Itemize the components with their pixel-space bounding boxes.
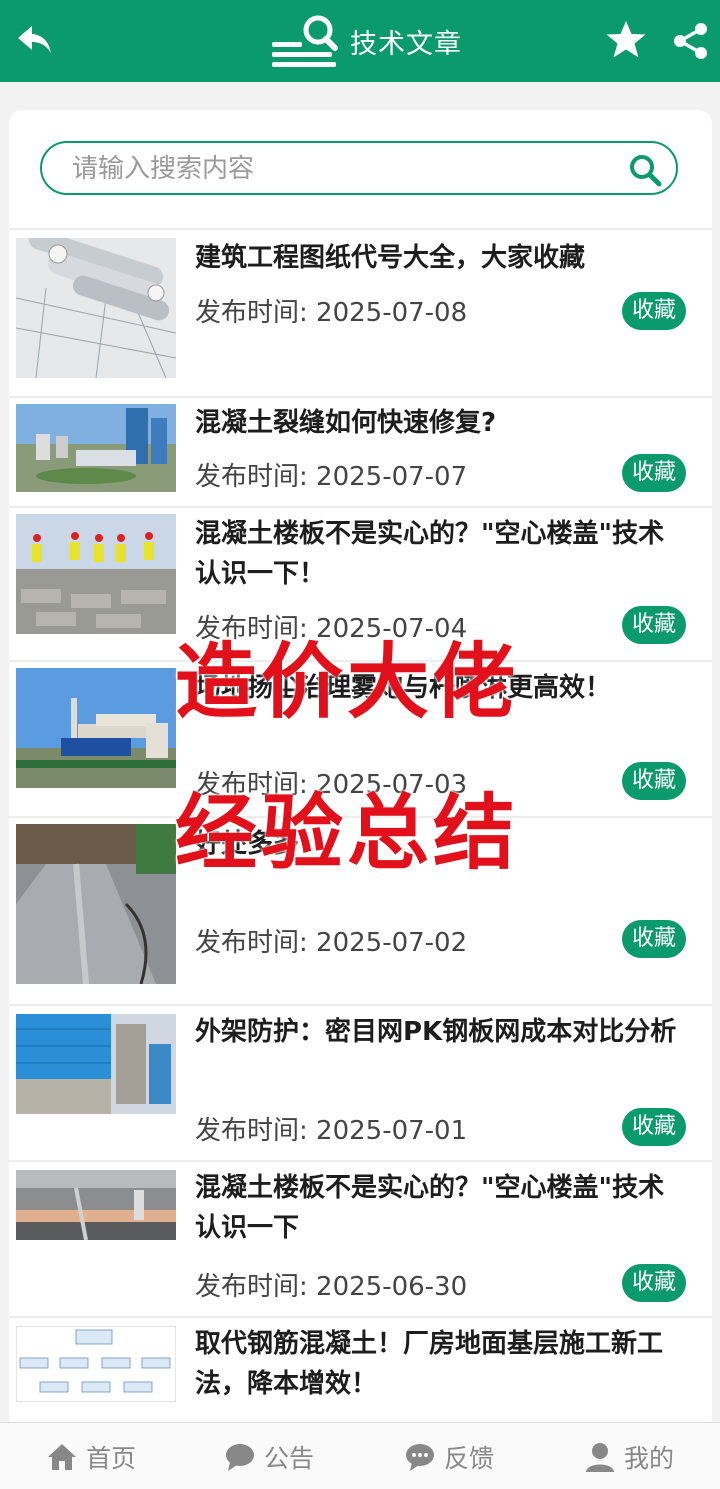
tab-home-label: 首页	[86, 1444, 137, 1473]
article-item[interactable]: 混凝土裂缝如何快速修复? 发布时间: 2025-07-07 收藏	[9, 396, 712, 506]
user-icon	[586, 1443, 614, 1472]
favorite-button[interactable]: 收藏	[622, 292, 686, 330]
article-item[interactable]: 混凝土楼板不是实心的？"空心楼盖"技术认识一下！ 发布时间: 2025-07-0…	[9, 506, 712, 660]
search-box	[40, 141, 678, 195]
article-title[interactable]: 混凝土楼板不是实心的？"空心楼盖"技术认识一下	[195, 1168, 685, 1248]
article-thumbnail	[16, 404, 176, 492]
favorite-button[interactable]: 收藏	[622, 454, 686, 492]
search-icon[interactable]	[628, 153, 662, 187]
article-item[interactable]: 外架防护：密目网PK钢板网成本对比分析 发布时间: 2025-07-01 收藏	[9, 1004, 712, 1160]
article-search-logo-icon	[272, 15, 338, 67]
article-thumbnail	[16, 238, 176, 378]
article-title[interactable]: 混凝土裂缝如何快速修复?	[195, 403, 685, 443]
search-input[interactable]	[70, 143, 634, 195]
favorite-button[interactable]: 收藏	[622, 606, 686, 644]
tab-feedback[interactable]: 反馈	[404, 1439, 494, 1475]
article-title[interactable]: 建筑工程图纸代号大全，大家收藏	[195, 238, 685, 278]
article-date: 发布时间: 2025-07-03	[195, 770, 468, 800]
article-date: 发布时间: 2025-07-08	[195, 298, 468, 328]
article-date: 发布时间: 2025-07-04	[195, 614, 468, 644]
article-thumbnail	[16, 514, 176, 634]
favorite-button[interactable]: 收藏	[622, 1108, 686, 1146]
favorite-button[interactable]: 收藏	[622, 1264, 686, 1302]
article-title[interactable]: 好处多多！	[195, 824, 685, 864]
tab-home[interactable]: 首页	[46, 1439, 136, 1475]
top-bar: 技术文章	[0, 0, 720, 82]
feedback-bubble-icon	[406, 1444, 434, 1471]
article-date: 发布时间: 2025-07-07	[195, 462, 468, 492]
tab-notice[interactable]: 公告	[224, 1439, 314, 1475]
article-item[interactable]: 混凝土楼板不是实心的？"空心楼盖"技术认识一下 发布时间: 2025-06-30…	[9, 1160, 712, 1316]
favorite-button[interactable]: 收藏	[622, 920, 686, 958]
article-thumbnail	[16, 1326, 176, 1402]
tab-feedback-label: 反馈	[444, 1444, 495, 1473]
article-title[interactable]: 场地扬尘治理雾炮与杆喷淋更高效！	[195, 668, 685, 708]
share-icon[interactable]	[672, 22, 710, 60]
tab-notice-label: 公告	[264, 1444, 315, 1473]
article-thumbnail	[16, 1014, 176, 1114]
content-card: 建筑工程图纸代号大全，大家收藏 发布时间: 2025-07-08 收藏 混凝土裂…	[9, 110, 712, 1430]
article-thumbnail	[16, 1170, 176, 1240]
article-item[interactable]: 建筑工程图纸代号大全，大家收藏 发布时间: 2025-07-08 收藏	[9, 228, 712, 396]
home-icon	[48, 1444, 76, 1470]
bottom-tab-bar: 首页 公告 反馈 我的	[0, 1422, 720, 1489]
article-title[interactable]: 混凝土楼板不是实心的？"空心楼盖"技术认识一下！	[195, 514, 685, 594]
article-title[interactable]: 外架防护：密目网PK钢板网成本对比分析	[195, 1012, 685, 1052]
article-date: 发布时间: 2025-07-02	[195, 928, 468, 958]
article-thumbnail	[16, 824, 176, 984]
favorite-star-icon[interactable]	[604, 18, 648, 62]
chat-bubble-icon	[226, 1444, 254, 1471]
article-item[interactable]: 场地扬尘治理雾炮与杆喷淋更高效！ 发布时间: 2025-07-03 收藏	[9, 660, 712, 816]
favorite-button[interactable]: 收藏	[622, 762, 686, 800]
article-date: 发布时间: 2025-07-01	[195, 1116, 468, 1146]
back-arrow-icon[interactable]	[14, 20, 54, 60]
article-title[interactable]: 取代钢筋混凝土！厂房地面基层施工新工法，降本增效！	[195, 1324, 685, 1404]
article-thumbnail	[16, 668, 176, 788]
article-list: 建筑工程图纸代号大全，大家收藏 发布时间: 2025-07-08 收藏 混凝土裂…	[9, 228, 712, 1428]
tab-mine-label: 我的	[624, 1444, 675, 1473]
article-item[interactable]: 好处多多！ 发布时间: 2025-07-02 收藏	[9, 816, 712, 1004]
page-title: 技术文章	[350, 29, 462, 60]
article-item[interactable]: 取代钢筋混凝土！厂房地面基层施工新工法，降本增效！	[9, 1316, 712, 1428]
tab-mine[interactable]: 我的	[584, 1439, 674, 1475]
article-date: 发布时间: 2025-06-30	[195, 1272, 468, 1302]
